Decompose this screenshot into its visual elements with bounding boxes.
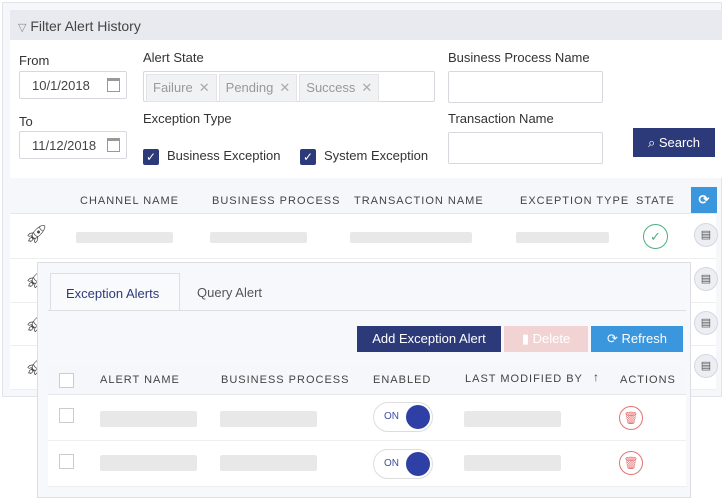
tab-exception-alerts[interactable]: Exception Alerts	[50, 273, 180, 311]
col-channel-name[interactable]: CHANNEL NAME	[80, 195, 179, 207]
col-exception-type[interactable]: EXCEPTION TYPE	[520, 195, 629, 207]
to-date-input[interactable]: 11/12/2018	[19, 131, 127, 159]
placeholder-bar	[516, 232, 609, 243]
refresh-table-button[interactable]: ⟳	[691, 187, 717, 213]
col-state[interactable]: STATE	[636, 195, 675, 207]
success-state-icon: ✓	[643, 224, 668, 249]
delete-row-icon[interactable]: 🗑︎	[619, 451, 643, 475]
from-date-input[interactable]: 10/1/2018	[19, 71, 127, 99]
checkbox-label: Business Exception	[167, 148, 281, 163]
delete-label: Delete	[532, 331, 571, 346]
system-exception-checkbox[interactable]: ✓ System Exception	[300, 148, 428, 165]
delete-button[interactable]: ▮ Delete	[504, 326, 588, 352]
col-business-process[interactable]: BUSINESS PROCESS	[212, 195, 340, 207]
placeholder-bar	[100, 411, 197, 427]
chip-label: Success	[306, 80, 356, 95]
remove-icon[interactable]: ✕	[361, 80, 372, 95]
document-icon[interactable]: ▤	[694, 223, 718, 247]
chip-success: Success ✕	[299, 74, 380, 102]
placeholder-bar	[220, 411, 317, 427]
table-row[interactable]: ON 🗑︎	[48, 395, 686, 441]
txn-name-input[interactable]	[448, 132, 603, 164]
col-business-process[interactable]: BUSINESS PROCESS	[221, 374, 349, 386]
placeholder-bar	[100, 455, 197, 471]
search-icon: ⌕	[647, 135, 656, 150]
chip-label: Pending	[225, 80, 274, 95]
alert-state-label: Alert State	[143, 50, 204, 65]
placeholder-bar	[220, 455, 317, 471]
placeholder-bar	[464, 411, 561, 427]
col-alert-name[interactable]: ALERT NAME	[100, 374, 180, 386]
toggle-knob	[406, 452, 430, 476]
tab-divider	[48, 310, 686, 311]
col-actions: ACTIONS	[620, 374, 676, 386]
exception-type-label: Exception Type	[143, 111, 232, 126]
placeholder-bar	[210, 232, 307, 243]
placeholder-bar	[76, 232, 173, 243]
checkbox-checked-icon: ✓	[143, 148, 159, 165]
from-date-value: 10/1/2018	[32, 78, 90, 93]
chip-pending: Pending ✕	[218, 74, 298, 102]
refresh-icon: ⟳	[606, 331, 618, 346]
sort-ascending-icon[interactable]: ↑	[593, 370, 599, 384]
bp-name-input[interactable]	[448, 71, 603, 103]
toggle-label: ON	[384, 458, 399, 469]
checkbox-label: System Exception	[324, 148, 429, 163]
document-icon[interactable]: ▤	[694, 311, 718, 335]
chip-failure: Failure ✕	[146, 74, 217, 102]
business-exception-checkbox[interactable]: ✓ Business Exception	[143, 148, 280, 165]
col-last-modified-by[interactable]: LAST MODIFIED BY	[465, 373, 583, 385]
tab-query-alert[interactable]: Query Alert	[182, 273, 277, 311]
from-label: From	[19, 53, 50, 68]
row-checkbox[interactable]	[59, 408, 74, 423]
remove-icon[interactable]: ✕	[199, 80, 210, 95]
txn-name-label: Transaction Name	[448, 111, 554, 126]
enabled-toggle[interactable]: ON	[373, 402, 433, 432]
col-transaction-name[interactable]: TRANSACTION NAME	[354, 195, 484, 207]
filter-title: Filter Alert History	[30, 18, 141, 34]
remove-icon[interactable]: ✕	[279, 80, 290, 95]
refresh-label: Refresh	[621, 331, 668, 346]
placeholder-bar	[350, 232, 472, 243]
checkbox-checked-icon: ✓	[300, 148, 316, 165]
filter-icon: ▽	[18, 22, 27, 34]
to-label: To	[19, 114, 33, 129]
search-button[interactable]: ⌕ Search	[633, 128, 715, 157]
filter-header[interactable]: ▽ Filter Alert History	[10, 10, 722, 40]
table-row[interactable]: 🚀︎ ✓ ▤	[10, 214, 718, 259]
col-enabled[interactable]: ENABLED	[373, 374, 431, 386]
select-all-checkbox[interactable]	[59, 373, 74, 388]
calendar-icon[interactable]	[107, 78, 120, 92]
bp-name-label: Business Process Name	[448, 50, 590, 65]
trash-icon: ▮	[521, 331, 529, 346]
refresh-button[interactable]: ⟳ Refresh	[591, 326, 683, 352]
row-checkbox[interactable]	[59, 454, 74, 469]
table-row[interactable]: ON 🗑︎	[48, 441, 686, 487]
add-exception-alert-button[interactable]: Add Exception Alert	[357, 326, 501, 352]
document-icon[interactable]: ▤	[694, 354, 718, 378]
chip-label: Failure	[153, 80, 193, 95]
toggle-knob	[406, 405, 430, 429]
alert-state-multiselect[interactable]: Failure ✕ Pending ✕ Success ✕	[143, 71, 435, 102]
search-label: Search	[658, 135, 701, 150]
calendar-icon[interactable]	[107, 138, 120, 152]
placeholder-bar	[464, 455, 561, 471]
delete-row-icon[interactable]: 🗑︎	[619, 406, 643, 430]
toggle-label: ON	[384, 411, 399, 422]
document-icon[interactable]: ▤	[694, 267, 718, 291]
to-date-value: 11/12/2018	[32, 138, 97, 153]
rocket-icon: 🚀︎	[25, 224, 48, 244]
enabled-toggle[interactable]: ON	[373, 449, 433, 479]
